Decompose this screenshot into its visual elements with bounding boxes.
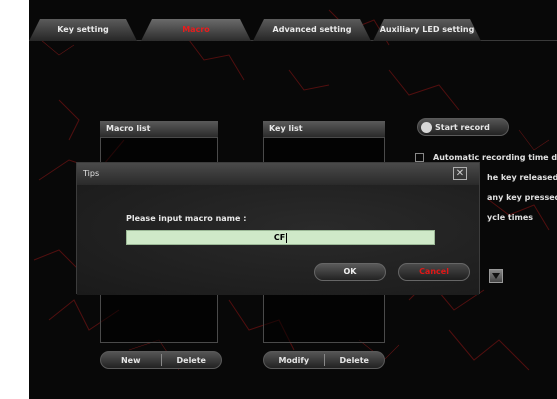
key-released-label: he key released xyxy=(487,173,557,182)
dialog-body: Please input macro name : CF OK Cancel xyxy=(77,185,479,295)
macro-name-value: CF xyxy=(273,233,286,242)
cycle-times-dropdown-button[interactable] xyxy=(489,269,503,283)
delete-macro-button[interactable]: Delete xyxy=(162,356,222,365)
start-record-label: Start record xyxy=(435,122,490,132)
new-macro-button[interactable]: New xyxy=(101,356,161,365)
start-record-button[interactable]: Start record xyxy=(417,118,509,136)
auto-record-time-checkbox[interactable] xyxy=(415,153,424,162)
key-list-button-bar: Modify Delete xyxy=(263,351,385,369)
macro-name-input[interactable]: CF xyxy=(126,230,435,245)
any-key-pressed-label: any key pressed xyxy=(487,193,557,202)
tab-key-setting[interactable]: Key setting xyxy=(29,19,137,41)
input-macro-name-dialog: Tips ✕ Please input macro name : CF OK C… xyxy=(76,162,480,295)
auto-record-time-label: Automatic recording time de xyxy=(433,153,557,162)
tab-auxiliary-led-setting[interactable]: Auxiliary LED setting xyxy=(373,19,481,41)
macro-list-header: Macro list xyxy=(100,121,218,137)
cancel-button[interactable]: Cancel xyxy=(398,263,470,281)
record-dot-icon xyxy=(421,121,432,133)
macro-app-window: Key setting Macro Advanced setting Auxil… xyxy=(29,0,557,399)
modify-key-button[interactable]: Modify xyxy=(264,356,324,365)
dialog-title-bar: Tips ✕ xyxy=(77,163,479,185)
tab-advanced-setting[interactable]: Advanced setting xyxy=(253,19,371,41)
dialog-title: Tips xyxy=(83,169,100,178)
tab-bar: Key setting Macro Advanced setting Auxil… xyxy=(29,19,557,41)
ok-button[interactable]: OK xyxy=(314,263,386,281)
cycle-times-label: ycle times xyxy=(487,213,533,222)
macro-name-prompt: Please input macro name : xyxy=(126,214,247,223)
macro-list-button-bar: New Delete xyxy=(100,351,222,369)
tab-macro[interactable]: Macro xyxy=(141,19,251,41)
close-icon[interactable]: ✕ xyxy=(453,167,467,180)
delete-key-button[interactable]: Delete xyxy=(325,356,385,365)
key-list-header: Key list xyxy=(263,121,385,137)
text-cursor xyxy=(286,232,288,243)
